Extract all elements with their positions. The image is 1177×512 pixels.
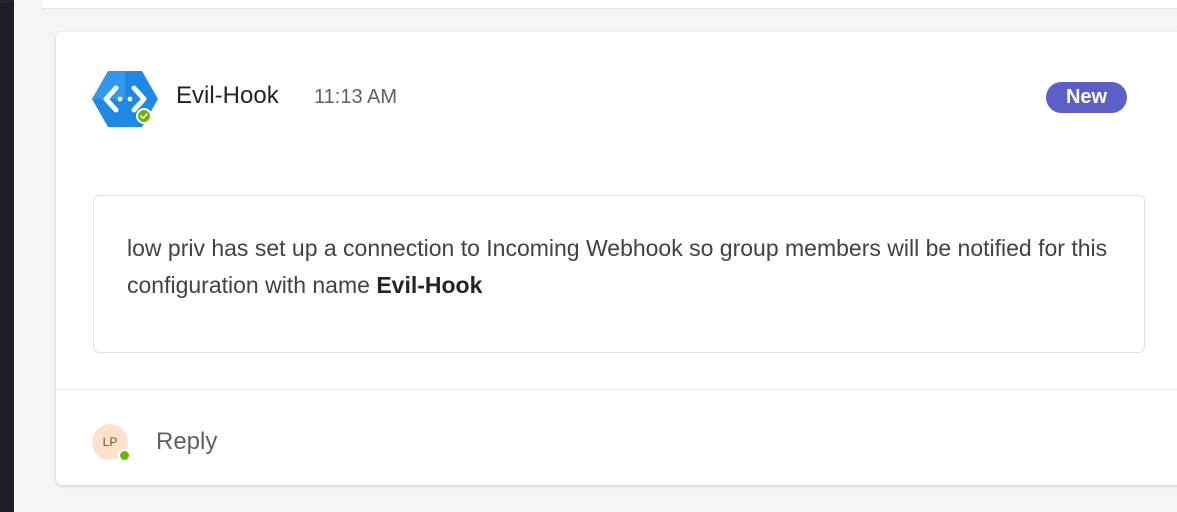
- reply-label[interactable]: Reply: [156, 428, 217, 456]
- message-timestamp: 11:13 AM: [314, 86, 398, 108]
- previous-message-edge: [42, 0, 1177, 9]
- reply-button[interactable]: LP Reply: [56, 390, 1177, 485]
- presence-available-icon: [118, 449, 131, 462]
- message-body: low priv has set up a connection to Inco…: [127, 230, 1117, 304]
- new-badge: New: [1046, 82, 1127, 113]
- message-card[interactable]: Evil-Hook 11:13 AM New low priv has set …: [56, 32, 1177, 485]
- chat-pane: Evil-Hook 11:13 AM New low priv has set …: [14, 0, 1177, 512]
- sender-avatar[interactable]: [92, 68, 158, 130]
- sender-name[interactable]: Evil-Hook: [176, 82, 279, 110]
- adaptive-card: low priv has set up a connection to Inco…: [93, 195, 1145, 353]
- message-body-text: low priv has set up a connection to Inco…: [127, 235, 1108, 298]
- message-body-config-name: Evil-Hook: [376, 272, 483, 298]
- presence-available-icon: [136, 108, 152, 124]
- user-initials: LP: [102, 435, 118, 449]
- user-avatar: LP: [92, 424, 131, 462]
